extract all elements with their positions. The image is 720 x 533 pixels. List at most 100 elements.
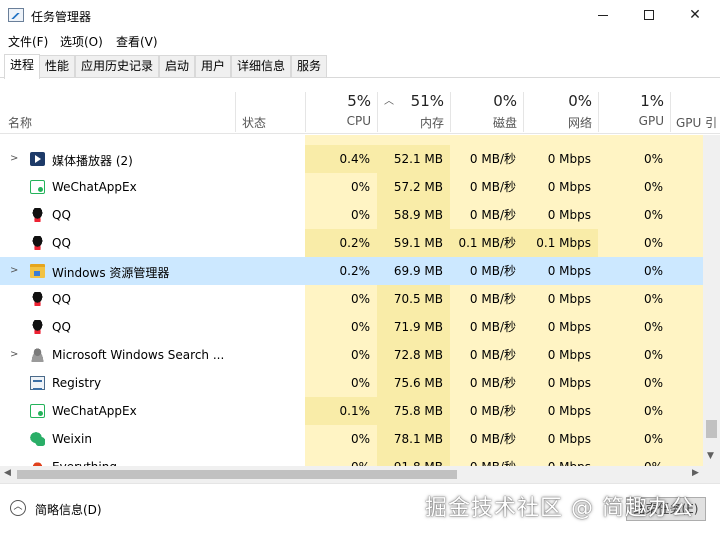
menu-file[interactable]: 文件(F) <box>8 33 48 50</box>
scroll-right-icon[interactable]: ▶ <box>692 468 699 478</box>
column-network[interactable]: 0% 网络 <box>523 78 598 134</box>
wechatappex-icon <box>30 404 45 418</box>
gpu-cell: 0% <box>598 341 670 369</box>
column-name[interactable]: 名称 <box>8 78 233 134</box>
column-cpu[interactable]: 5% CPU <box>305 78 377 134</box>
chevron-up-icon[interactable]: ︿ <box>10 500 26 516</box>
scroll-down-icon[interactable]: ▼ <box>707 451 714 461</box>
menu-bar: 文件(F) 选项(O) 查看(V) <box>0 31 720 51</box>
memory-cell: 91.8 MB <box>377 453 450 466</box>
table-row[interactable]: 0% 75.6 MB 0 MB/秒 0 Mbps 0% Registry <box>0 369 703 397</box>
column-network-label: 网络 <box>567 116 592 130</box>
network-cell: 0 Mbps <box>523 453 598 466</box>
column-status-label: 状态 <box>242 116 267 130</box>
memory-cell: 69.9 MB <box>393 264 443 278</box>
tab-app-history[interactable]: 应用历史记录 <box>75 55 160 77</box>
network-cell: 0 Mbps <box>523 145 598 173</box>
column-gpu-engine[interactable]: GPU 引 <box>671 78 720 134</box>
disk-cell: 0 MB/秒 <box>450 397 523 425</box>
cpu-cell: 0% <box>305 341 377 369</box>
maximize-button[interactable] <box>626 0 672 31</box>
chevron-right-icon[interactable]: > <box>10 265 18 276</box>
network-cell: 0 Mbps <box>547 264 591 278</box>
disk-cell: 0 MB/秒 <box>450 201 523 229</box>
column-gpu[interactable]: 1% GPU <box>598 78 670 134</box>
table-row[interactable]: 0% 71.9 MB 0 MB/秒 0 Mbps 0% QQ <box>0 313 703 341</box>
table-cell <box>377 135 450 145</box>
disk-cell: 0 MB/秒 <box>450 369 523 397</box>
file-explorer-icon <box>30 264 45 278</box>
gpu-engine-cell <box>670 201 703 229</box>
table-row[interactable]: 0% 70.5 MB 0 MB/秒 0 Mbps 0% QQ <box>0 285 703 313</box>
column-gpu-label: GPU <box>638 114 664 128</box>
network-cell: 0 Mbps <box>523 285 598 313</box>
table-row[interactable]: 0% 72.8 MB 0 MB/秒 0 Mbps 0% > Microsoft Window… <box>0 341 703 369</box>
network-cell: 0 Mbps <box>523 173 598 201</box>
cpu-cell: 0% <box>305 201 377 229</box>
column-memory[interactable]: 51% 内存 <box>377 78 450 134</box>
table-cell <box>450 135 523 145</box>
cpu-total-pct: 5% <box>347 92 371 110</box>
table-row[interactable]: 0% 78.1 MB 0 MB/秒 0 Mbps 0% Weixin <box>0 425 703 453</box>
tab-performance[interactable]: 性能 <box>39 55 76 77</box>
table-row[interactable]: 0% 57.2 MB 0 MB/秒 0 Mbps 0% WeChatAppEx <box>0 173 703 201</box>
network-cell: 0 Mbps <box>523 425 598 453</box>
tab-startup[interactable]: 启动 <box>159 55 196 77</box>
process-name: QQ <box>52 292 71 306</box>
scroll-left-icon[interactable]: ◀ <box>4 468 11 478</box>
network-cell: 0 Mbps <box>523 313 598 341</box>
column-gpu-engine-label: GPU 引 <box>676 116 718 130</box>
chevron-right-icon[interactable]: > <box>10 349 18 360</box>
network-cell: 0 Mbps <box>523 369 598 397</box>
title-bar: 任务管理器 ✕ <box>0 0 720 31</box>
gpu-cell: 0% <box>598 453 670 466</box>
disk-cell: 0 MB/秒 <box>450 173 523 201</box>
horizontal-scroll-thumb[interactable] <box>17 470 457 479</box>
memory-cell: 75.8 MB <box>377 397 450 425</box>
minimize-button[interactable] <box>580 0 626 31</box>
tab-services[interactable]: 服务 <box>291 55 328 77</box>
cpu-cell: 0.4% <box>305 145 377 173</box>
vertical-scroll-thumb[interactable] <box>706 420 717 438</box>
column-memory-label: 内存 <box>419 116 444 130</box>
menu-view[interactable]: 查看(V) <box>116 33 158 50</box>
tab-users[interactable]: 用户 <box>195 55 232 77</box>
gpu-cell: 0% <box>598 173 670 201</box>
column-status[interactable]: 状态 <box>236 78 305 134</box>
disk-cell: 0 MB/秒 <box>450 285 523 313</box>
close-button[interactable]: ✕ <box>672 0 718 31</box>
table-cell <box>670 135 703 145</box>
horizontal-scrollbar[interactable]: ◀ ▶ <box>0 466 720 483</box>
chevron-right-icon[interactable]: > <box>10 153 18 164</box>
gpu-cell: 0% <box>598 229 670 257</box>
memory-cell: 70.5 MB <box>377 285 450 313</box>
gpu-engine-cell <box>670 341 703 369</box>
table-row[interactable]: 0.2% 69.9 MB 0 MB/秒 0 Mbps 0% > Windows 资源管理器 <box>0 257 703 285</box>
qq-penguin-icon <box>30 320 45 334</box>
network-cell: 0 Mbps <box>523 201 598 229</box>
table-row[interactable]: 0.1% 75.8 MB 0 MB/秒 0 Mbps 0% WeChatAppEx <box>0 397 703 425</box>
column-name-label: 名称 <box>8 116 33 130</box>
tab-details[interactable]: 详细信息 <box>231 55 292 77</box>
menu-options[interactable]: 选项(O) <box>60 33 103 50</box>
gpu-engine-cell <box>670 285 703 313</box>
table-row[interactable]: 0%91.8 MB0 MB/秒0 Mbps0%Everything <box>0 453 703 466</box>
table-row[interactable]: 0.4% 52.1 MB 0 MB/秒 0 Mbps 0% > 媒体播放器 (2) <box>0 145 703 173</box>
network-total-pct: 0% <box>568 92 592 110</box>
cpu-cell: 0% <box>305 453 377 466</box>
cpu-cell: 0.2% <box>339 264 371 278</box>
vertical-scrollbar[interactable]: ▼ <box>703 135 720 466</box>
fewer-details-link[interactable]: 简略信息(D) <box>35 501 102 518</box>
process-name: Microsoft Windows Search ... <box>52 348 225 362</box>
tab-processes[interactable]: 进程 <box>4 54 41 79</box>
memory-cell: 75.6 MB <box>377 369 450 397</box>
process-list: 0.4% 52.1 MB 0 MB/秒 0 Mbps 0% > 媒体播放器 (2) 0% 57.… <box>0 135 703 466</box>
process-name: QQ <box>52 320 71 334</box>
table-row[interactable]: 0.2% 59.1 MB 0.1 MB/秒 0.1 Mbps 0% QQ <box>0 229 703 257</box>
registry-icon <box>30 376 45 390</box>
table-row[interactable]: 0% 58.9 MB 0 MB/秒 0 Mbps 0% QQ <box>0 201 703 229</box>
table-row[interactable] <box>0 135 703 145</box>
process-name: QQ <box>52 236 71 250</box>
column-disk[interactable]: 0% 磁盘 <box>450 78 523 134</box>
memory-cell: 57.2 MB <box>377 173 450 201</box>
